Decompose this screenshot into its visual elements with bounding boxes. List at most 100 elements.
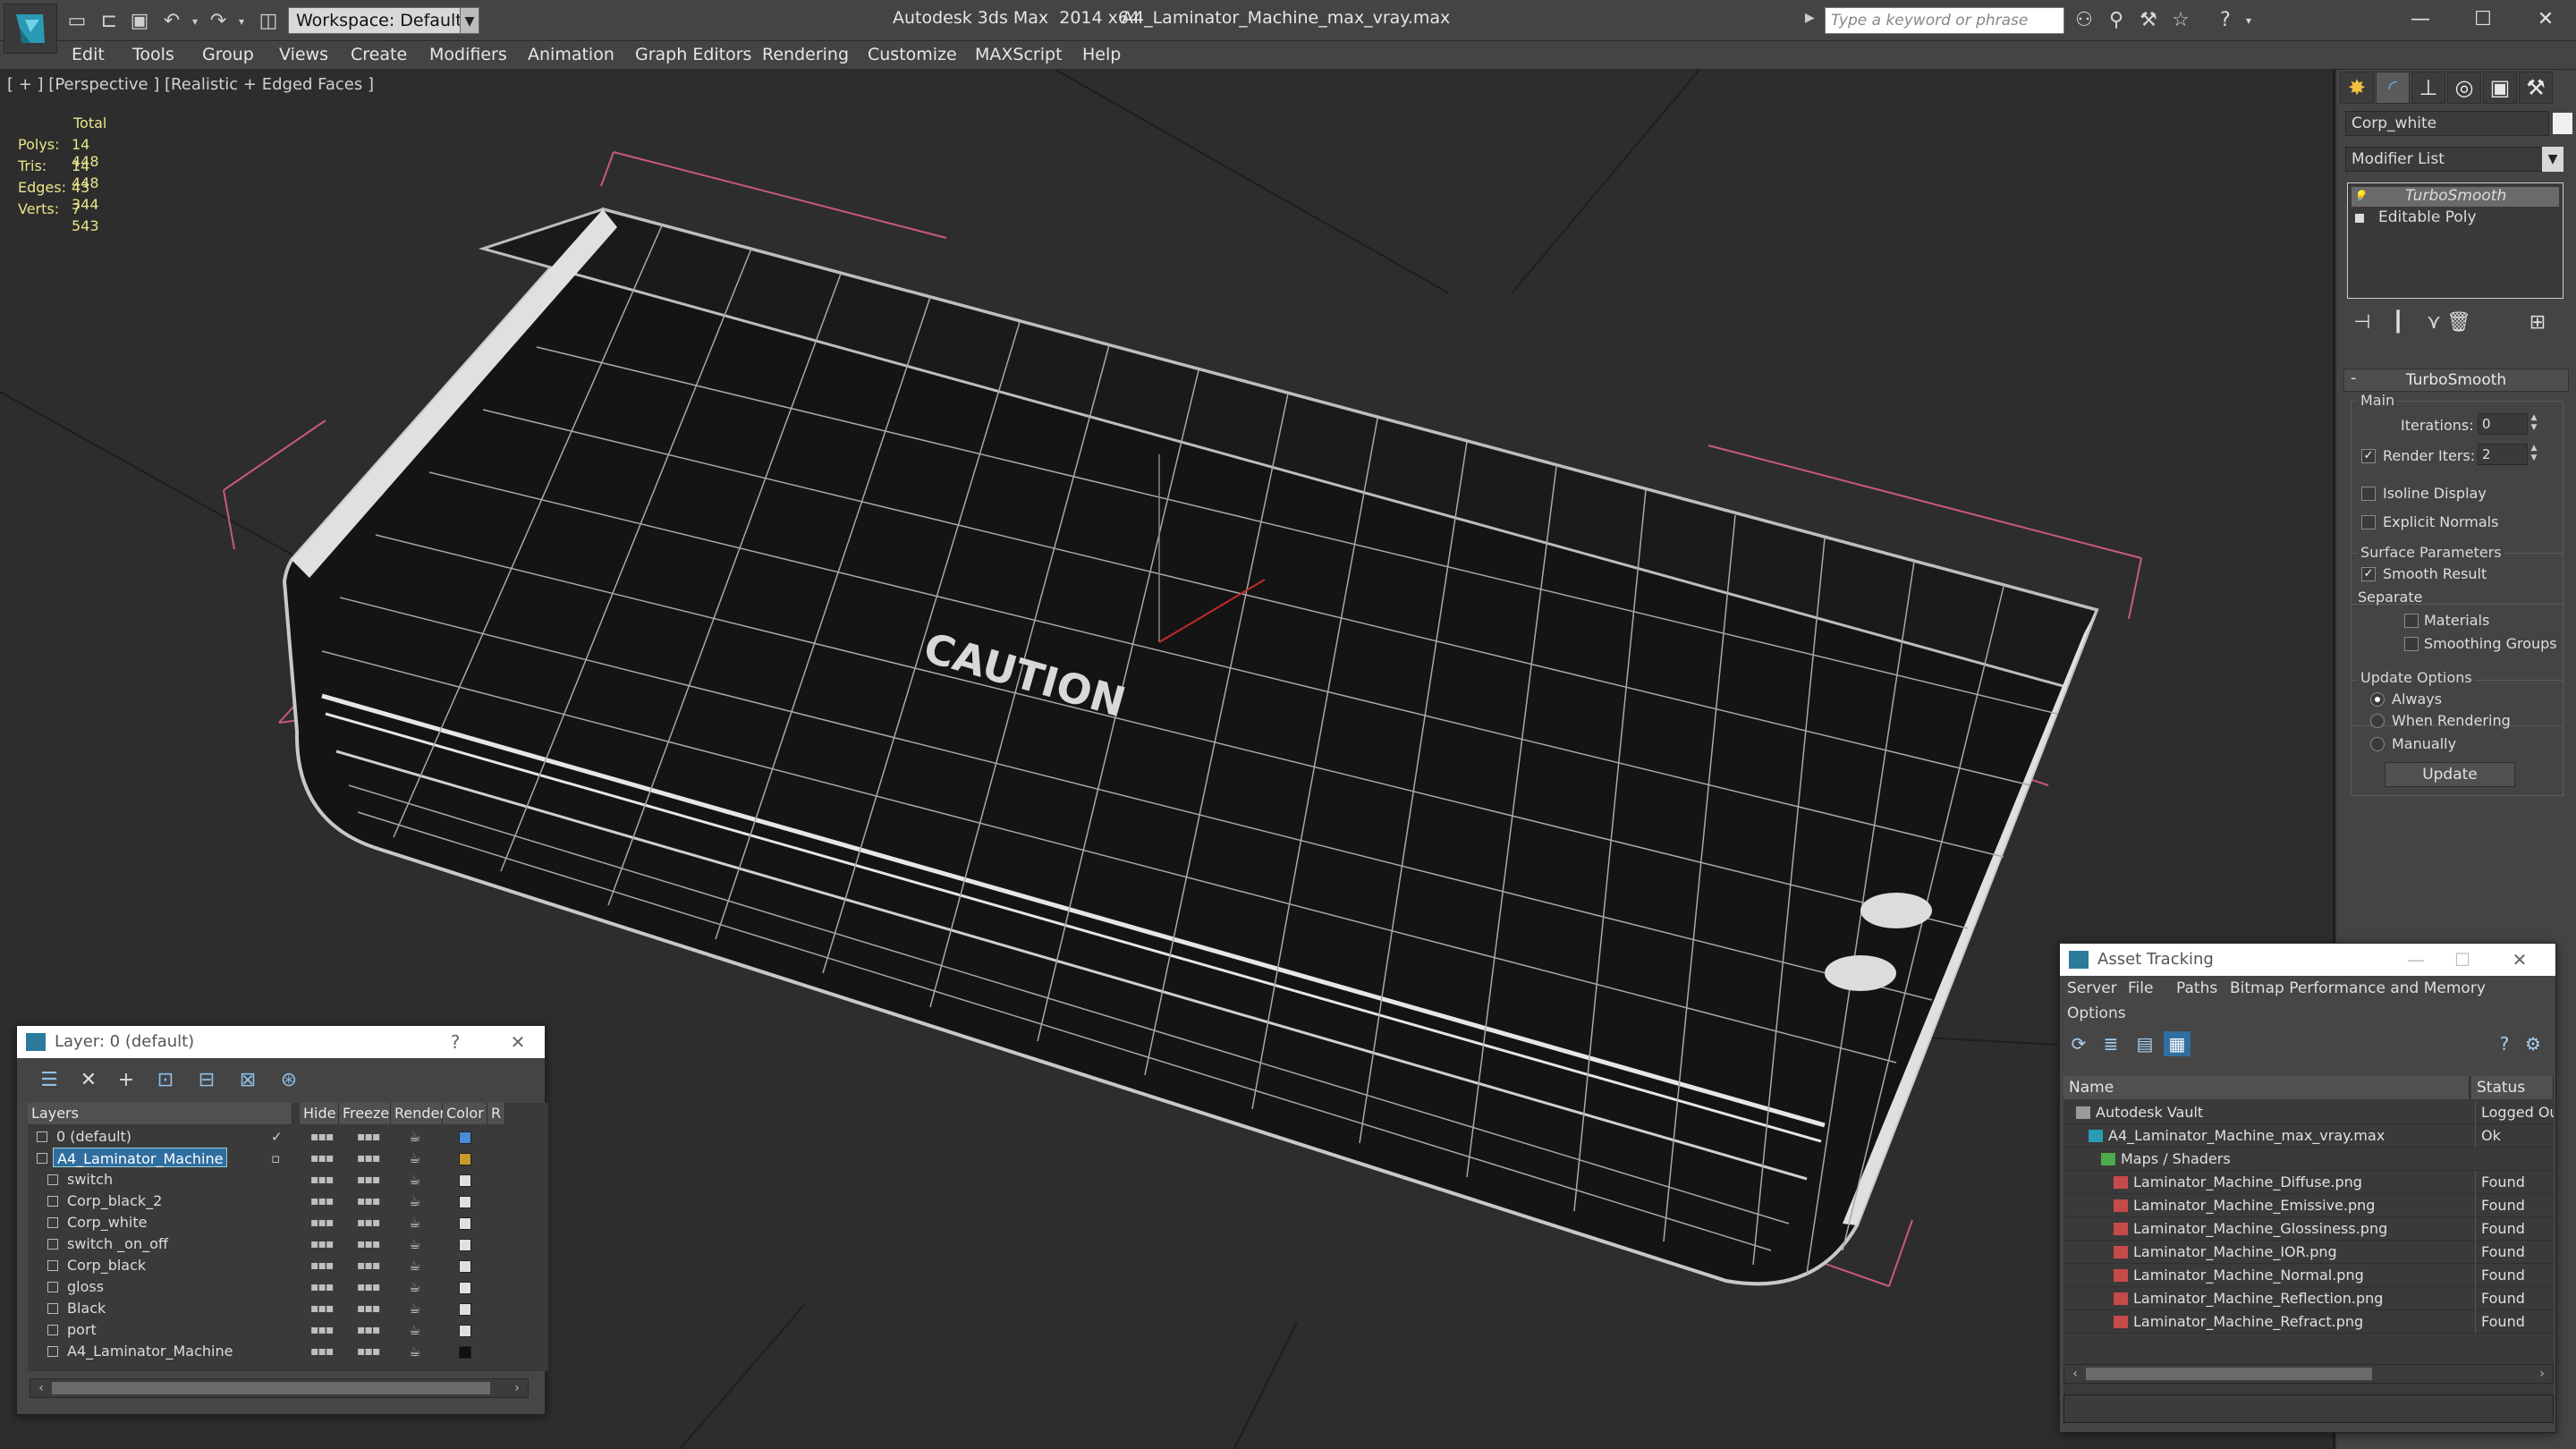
freeze-toggle[interactable]: ▪▪▪ (357, 1255, 380, 1276)
when-rendering-radio[interactable] (2370, 714, 2385, 728)
column-status[interactable]: Status (2471, 1076, 2554, 1099)
asset-row[interactable]: Maps / Shaders (2063, 1148, 2554, 1171)
menu-animation[interactable]: Animation (528, 45, 614, 64)
asset-menu-options[interactable]: Options (2067, 1004, 2126, 1022)
communication-icon[interactable]: ⚒ (2136, 8, 2161, 33)
menu-modifiers[interactable]: Modifiers (429, 45, 507, 64)
hierarchy-tab-icon[interactable]: ⊥ (2411, 72, 2445, 104)
chevron-down-icon[interactable]: ▼ (460, 7, 479, 34)
always-radio[interactable] (2370, 692, 2385, 707)
motion-tab-icon[interactable]: ◎ (2447, 72, 2481, 104)
maximize-icon[interactable]: ☐ (2445, 944, 2480, 976)
spinner-arrows-icon[interactable]: ▲ ▼ (2528, 413, 2540, 435)
render-teapot-icon[interactable]: ☕ (409, 1191, 420, 1212)
layer-color-swatch[interactable] (459, 1174, 471, 1187)
highlight-layer-icon[interactable]: ⊟ (192, 1067, 221, 1094)
freeze-toggle[interactable]: ▪▪▪ (357, 1191, 380, 1212)
asset-row[interactable]: Laminator_Machine_Diffuse.png Found (2063, 1171, 2554, 1194)
render-teapot-icon[interactable]: ☕ (409, 1341, 420, 1362)
scroll-right-icon[interactable]: › (508, 1379, 526, 1397)
column-radiosity[interactable]: R (487, 1103, 505, 1124)
isoline-display-checkbox[interactable] (2361, 487, 2376, 501)
list-view-icon[interactable]: ≣ (2097, 1031, 2124, 1056)
menu-customize[interactable]: Customize (868, 45, 957, 64)
freeze-toggle[interactable]: ▪▪▪ (357, 1319, 380, 1341)
redo-dropdown-icon[interactable]: ▾ (229, 9, 254, 34)
menu-help[interactable]: Help (1082, 45, 1121, 64)
layer-row[interactable]: Corp_white ▪▪▪ ▪▪▪ ☕ (28, 1212, 548, 1233)
scroll-thumb[interactable] (52, 1382, 490, 1394)
configure-modifier-sets-icon[interactable]: ⊞ (2524, 309, 2551, 336)
hide-all-layers-icon[interactable]: ⊠ (233, 1067, 262, 1094)
favorites-star-icon[interactable]: ☆ (2168, 8, 2193, 33)
column-color[interactable]: Color (443, 1103, 487, 1124)
binoculars-icon[interactable]: ⚇ (2072, 8, 2097, 33)
stack-item-editable-poly[interactable]: Editable Poly (2351, 208, 2559, 228)
collapse-icon[interactable]: - (2351, 369, 2357, 387)
turbosmooth-rollout-header[interactable]: TurboSmooth (2343, 369, 2569, 392)
layer-color-swatch[interactable] (459, 1153, 471, 1165)
scroll-left-icon[interactable]: ‹ (32, 1379, 50, 1397)
hide-toggle[interactable]: ▪▪▪ (310, 1148, 334, 1169)
minimize-icon[interactable]: — (2398, 944, 2434, 976)
freeze-toggle[interactable]: ▪▪▪ (357, 1276, 380, 1298)
active-layer-check-icon[interactable]: ✓ (271, 1126, 283, 1148)
render-teapot-icon[interactable]: ☕ (409, 1148, 420, 1169)
asset-status-field[interactable] (2063, 1394, 2554, 1423)
render-teapot-icon[interactable]: ☕ (409, 1276, 420, 1298)
asset-row[interactable]: Laminator_Machine_Glossiness.png Found (2063, 1217, 2554, 1241)
minimize-button[interactable]: — (2394, 4, 2447, 36)
laminator-model[interactable]: CAUTION (282, 207, 2099, 1286)
asset-row[interactable]: Laminator_Machine_Emissive.png Found (2063, 1194, 2554, 1217)
app-menu-button[interactable] (4, 4, 57, 54)
layer-name[interactable]: port (64, 1319, 100, 1339)
column-name[interactable]: Name (2063, 1076, 2470, 1099)
scroll-left-icon[interactable]: ‹ (2066, 1365, 2084, 1383)
layer-row[interactable]: 0 (default) ✓ ▪▪▪ ▪▪▪ ☕ (28, 1126, 548, 1148)
column-freeze[interactable]: Freeze (339, 1103, 391, 1124)
layer-color-swatch[interactable] (459, 1131, 471, 1144)
render-teapot-icon[interactable]: ☕ (409, 1298, 420, 1319)
layer-name[interactable]: Corp_black_2 (64, 1191, 165, 1210)
modify-tab-icon[interactable]: ◜ (2376, 72, 2410, 104)
menu-rendering[interactable]: Rendering (762, 45, 849, 64)
asset-row[interactable]: Autodesk Vault Logged Out (2063, 1101, 2554, 1124)
asset-menu-bitmap-performance[interactable]: Bitmap Performance and Memory (2230, 979, 2486, 997)
freeze-toggle[interactable]: ▪▪▪ (357, 1341, 380, 1362)
layer-color-swatch[interactable] (459, 1325, 471, 1337)
set-active-icon[interactable]: ▫ (271, 1148, 280, 1169)
viewport-label[interactable]: [ + ] [Perspective ] [Realistic + Edged … (7, 75, 374, 94)
menu-tools[interactable]: Tools (132, 45, 174, 64)
asset-hscroll[interactable]: ‹ › (2063, 1364, 2554, 1384)
hide-toggle[interactable]: ▪▪▪ (310, 1126, 334, 1148)
hide-toggle[interactable]: ▪▪▪ (310, 1341, 334, 1362)
render-teapot-icon[interactable]: ☕ (409, 1233, 420, 1255)
workspace-select[interactable]: Workspace: Default (288, 7, 479, 34)
asset-row[interactable]: A4_Laminator_Machine_max_vray.max Ok (2063, 1124, 2554, 1148)
add-to-layer-icon[interactable]: + (112, 1067, 140, 1094)
hide-toggle[interactable]: ▪▪▪ (310, 1233, 334, 1255)
asset-menu-paths[interactable]: Paths (2176, 979, 2217, 997)
pin-stack-icon[interactable]: ⊣ (2349, 309, 2376, 336)
layer-name[interactable]: Black (64, 1298, 109, 1318)
smoothing-groups-checkbox[interactable] (2404, 637, 2419, 651)
asset-menu-file[interactable]: File (2128, 979, 2153, 997)
column-render[interactable]: Render (391, 1103, 445, 1124)
layer-color-swatch[interactable] (459, 1346, 471, 1359)
open-file-icon[interactable]: ⊏ (97, 9, 122, 34)
help-dropdown-icon[interactable]: ▾ (2236, 8, 2261, 33)
scroll-right-icon[interactable]: › (2533, 1365, 2551, 1383)
scroll-thumb[interactable] (2086, 1368, 2372, 1380)
refresh-icon[interactable]: ⟳ (2065, 1031, 2092, 1056)
layer-name[interactable]: switch _on_off (64, 1233, 172, 1253)
select-in-layer-icon[interactable]: ⊡ (151, 1067, 180, 1094)
help-icon[interactable]: ? (437, 1026, 473, 1058)
layer-row[interactable]: Corp_black_2 ▪▪▪ ▪▪▪ ☕ (28, 1191, 548, 1212)
asset-row[interactable]: Laminator_Machine_Refract.png Found (2063, 1310, 2554, 1334)
update-button[interactable]: Update (2385, 762, 2515, 787)
undo-icon[interactable]: ↶ (159, 9, 184, 34)
freeze-toggle[interactable]: ▪▪▪ (357, 1169, 380, 1191)
render-teapot-icon[interactable]: ☕ (409, 1169, 420, 1191)
hide-toggle[interactable]: ▪▪▪ (310, 1255, 334, 1276)
create-layer-icon[interactable]: ☰ (35, 1067, 64, 1094)
